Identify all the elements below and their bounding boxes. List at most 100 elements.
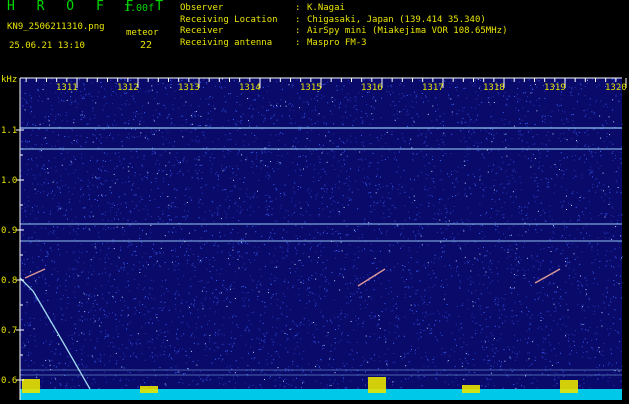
noise-dot xyxy=(174,164,176,166)
noise-dot xyxy=(128,103,130,105)
noise-dot xyxy=(74,296,76,298)
noise-dot xyxy=(320,241,322,243)
noise-dot xyxy=(128,137,130,139)
noise-dot xyxy=(369,143,371,145)
noise-dot xyxy=(139,301,140,303)
noise-dot xyxy=(326,279,328,280)
noise-dot xyxy=(586,232,587,234)
noise-dot xyxy=(431,147,433,149)
noise-dot xyxy=(286,316,288,318)
noise-dot xyxy=(330,344,332,346)
noise-dot xyxy=(46,129,48,131)
noise-dot xyxy=(532,164,534,166)
noise-dot xyxy=(387,85,389,87)
noise-dot xyxy=(43,84,45,86)
noise-dot xyxy=(295,170,296,172)
noise-dot xyxy=(402,245,404,247)
noise-dot xyxy=(311,153,313,155)
noise-dot xyxy=(99,325,101,327)
noise-dot xyxy=(415,349,416,351)
noise-dot xyxy=(377,168,379,170)
noise-dot xyxy=(444,353,446,355)
noise-dot xyxy=(600,354,602,355)
noise-dot xyxy=(116,179,118,181)
noise-dot xyxy=(28,282,30,283)
noise-dot xyxy=(57,140,59,142)
noise-dot xyxy=(185,355,187,356)
noise-dot xyxy=(519,301,521,302)
noise-dot xyxy=(369,296,371,297)
noise-dot xyxy=(322,208,324,210)
noise-dot xyxy=(105,333,107,335)
noise-dot xyxy=(150,225,152,226)
noise-dot xyxy=(347,234,349,236)
noise-dot xyxy=(322,144,324,146)
noise-dot xyxy=(464,165,466,166)
noise-dot xyxy=(468,260,470,262)
noise-dot xyxy=(110,192,112,194)
noise-dot xyxy=(463,378,465,380)
noise-dot xyxy=(455,195,457,197)
noise-dot xyxy=(571,114,573,116)
noise-dot xyxy=(95,247,97,249)
noise-dot xyxy=(84,116,86,118)
noise-dot xyxy=(150,232,152,234)
noise-dot xyxy=(493,164,495,166)
noise-dot xyxy=(280,99,282,101)
noise-dot xyxy=(340,102,341,104)
noise-dot xyxy=(122,324,124,326)
noise-dot xyxy=(141,198,143,200)
noise-dot xyxy=(441,179,443,181)
noise-dot xyxy=(595,101,597,103)
noise-dot xyxy=(237,376,239,378)
noise-dot xyxy=(129,372,131,374)
noise-dot xyxy=(80,243,82,245)
noise-dot xyxy=(600,100,601,102)
noise-dot xyxy=(159,154,161,156)
noise-dot xyxy=(177,352,179,354)
noise-dot xyxy=(297,186,299,187)
noise-dot xyxy=(24,189,26,191)
meteor-label: meteor xyxy=(126,28,159,38)
noise-dot xyxy=(532,265,534,267)
noise-dot xyxy=(205,82,207,84)
noise-dot xyxy=(343,183,345,185)
noise-dot xyxy=(379,250,381,252)
noise-dot xyxy=(618,215,620,217)
noise-dot xyxy=(320,250,322,252)
noise-dot xyxy=(615,257,617,259)
noise-dot xyxy=(66,99,68,101)
noise-dot xyxy=(114,114,116,116)
noise-dot xyxy=(529,323,531,325)
noise-dot xyxy=(188,326,190,328)
noise-dot xyxy=(59,147,61,149)
noise-dot xyxy=(525,123,527,125)
noise-dot xyxy=(528,337,530,339)
noise-dot xyxy=(445,221,447,223)
noise-dot xyxy=(251,132,253,134)
noise-dot xyxy=(595,178,596,180)
noise-dot xyxy=(525,100,527,102)
noise-dot xyxy=(98,273,100,275)
noise-dot xyxy=(209,337,211,339)
noise-dot xyxy=(155,262,157,264)
noise-dot xyxy=(188,255,190,257)
noise-dot xyxy=(299,323,301,325)
noise-dot xyxy=(235,143,237,145)
noise-dot xyxy=(106,301,108,303)
noise-dot xyxy=(68,335,70,337)
noise-dot xyxy=(458,110,460,111)
noise-dot xyxy=(396,307,398,309)
noise-dot xyxy=(447,198,449,200)
noise-dot xyxy=(390,310,392,312)
noise-dot xyxy=(287,287,289,289)
noise-dot xyxy=(420,296,422,298)
noise-dot xyxy=(505,103,507,105)
noise-dot xyxy=(300,379,302,381)
noise-dot xyxy=(342,380,344,382)
noise-dot xyxy=(96,340,98,342)
noise-dot xyxy=(572,177,574,179)
noise-dot xyxy=(146,267,147,269)
noise-dot xyxy=(134,101,136,103)
noise-dot xyxy=(373,204,375,206)
